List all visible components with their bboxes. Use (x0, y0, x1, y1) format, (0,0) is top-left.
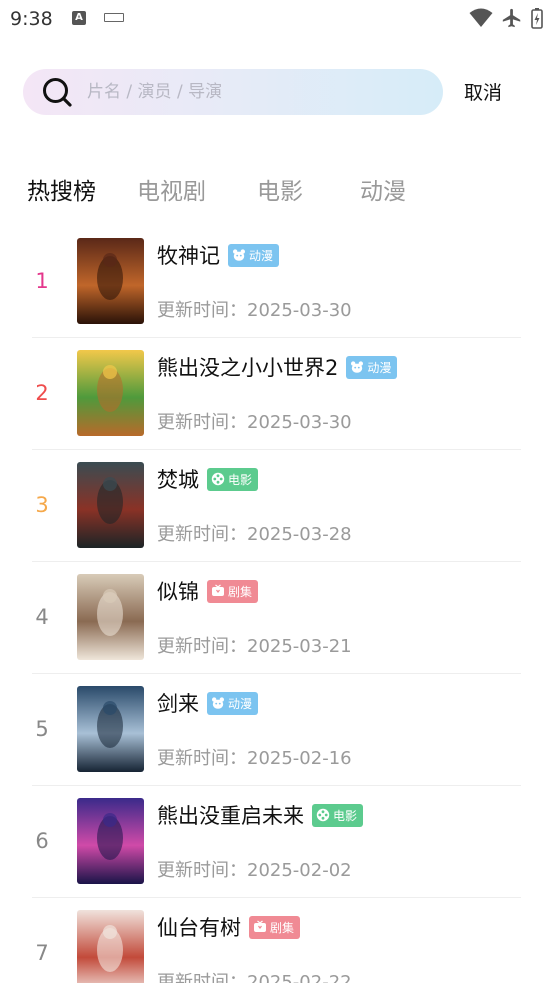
item-title[interactable]: 熊出没之小小世界2 (157, 352, 338, 382)
poster-thumbnail[interactable] (77, 910, 144, 983)
airplane-icon (502, 8, 521, 28)
rank-number: 2 (35, 381, 49, 405)
update-time: 更新时间：2025-02-02 (157, 860, 352, 881)
badge-label: 动漫 (367, 360, 392, 375)
badge-label: 剧集 (228, 584, 253, 599)
badge-label: 电影 (333, 808, 358, 823)
notification-a-icon: A (72, 11, 86, 25)
item-title[interactable]: 似锦 (157, 576, 199, 606)
poster-thumbnail[interactable] (77, 238, 144, 324)
status-time: 9:38 (10, 8, 53, 30)
poster-thumbnail[interactable] (77, 686, 144, 772)
tab-tv-series[interactable]: 电视剧 (137, 172, 206, 206)
title-line: 熊出没重启未来 电影 (157, 800, 364, 830)
badge-label: 剧集 (270, 920, 295, 935)
status-right-icons (469, 7, 543, 29)
category-badge: 剧集 (207, 579, 259, 603)
item-title[interactable]: 熊出没重启未来 (157, 800, 304, 830)
search-box[interactable] (23, 69, 443, 115)
tab-hot-search[interactable]: 热搜榜 (27, 172, 96, 206)
wifi-icon (469, 8, 493, 27)
search-icon[interactable] (42, 77, 72, 107)
category-badge: 动漫 (346, 355, 398, 379)
title-line: 似锦 剧集 (157, 576, 259, 606)
list-item[interactable]: 6 熊出没重启未来 电影更新时间：2025-02-02 (0, 786, 553, 898)
anime-badge-icon (233, 249, 245, 261)
badge-label: 电影 (228, 472, 253, 487)
list-item[interactable]: 3 焚城 电影更新时间：2025-03-28 (0, 450, 553, 562)
tab-anime[interactable]: 动漫 (360, 172, 406, 206)
update-time: 更新时间：2025-02-22 (157, 972, 352, 983)
film-reel-icon (211, 472, 225, 486)
category-badge: 剧集 (249, 915, 301, 939)
list-item[interactable]: 4 似锦 剧集更新时间：2025-03-21 (0, 562, 553, 674)
category-badge: 动漫 (228, 243, 280, 267)
update-time: 更新时间：2025-02-16 (157, 748, 352, 769)
rank-number: 5 (35, 717, 49, 741)
update-time: 更新时间：2025-03-30 (157, 412, 352, 433)
update-time: 更新时间：2025-03-28 (157, 524, 352, 545)
title-line: 剑来 动漫 (157, 688, 259, 718)
cancel-button[interactable]: 取消 (464, 78, 502, 105)
poster-thumbnail[interactable] (77, 350, 144, 436)
category-badge: 动漫 (207, 691, 259, 715)
title-line: 牧神记 动漫 (157, 240, 280, 270)
badge-label: 动漫 (228, 696, 253, 711)
category-badge: 电影 (207, 467, 259, 491)
rank-number: 6 (35, 829, 49, 853)
poster-thumbnail[interactable] (77, 462, 144, 548)
list-item[interactable]: 2 熊出没之小小世界2 动漫更新时间：2025-03-30 (0, 338, 553, 450)
title-line: 焚城 电影 (157, 464, 259, 494)
item-title[interactable]: 剑来 (157, 688, 199, 718)
battery-charging-icon (531, 8, 543, 29)
title-line: 熊出没之小小世界2 动漫 (157, 352, 398, 382)
tab-movies[interactable]: 电影 (257, 172, 303, 206)
update-time: 更新时间：2025-03-21 (157, 636, 352, 657)
rank-number: 1 (35, 269, 49, 293)
poster-thumbnail[interactable] (77, 798, 144, 884)
item-title[interactable]: 焚城 (157, 464, 199, 494)
poster-thumbnail[interactable] (77, 574, 144, 660)
list-item[interactable]: 1 牧神记 动漫更新时间：2025-03-30 (0, 226, 553, 338)
rank-number: 3 (35, 493, 49, 517)
status-bar: 9:38 A (0, 0, 553, 40)
list-item[interactable]: 7 仙台有树 剧集更新时间：2025-02-22 (0, 898, 553, 983)
film-reel-icon (316, 808, 330, 822)
update-time: 更新时间：2025-03-30 (157, 300, 352, 321)
search-input[interactable] (87, 79, 427, 105)
anime-badge-icon (212, 697, 224, 709)
anime-badge-icon (351, 361, 364, 373)
rank-number: 7 (35, 941, 49, 965)
badge-label: 动漫 (249, 248, 274, 263)
list-item[interactable]: 5 剑来 动漫更新时间：2025-02-16 (0, 674, 553, 786)
keyboard-icon (104, 13, 124, 22)
item-title[interactable]: 牧神记 (157, 240, 220, 270)
tv-icon (254, 920, 266, 932)
item-title[interactable]: 仙台有树 (157, 912, 241, 942)
rank-number: 4 (35, 605, 49, 629)
title-line: 仙台有树 剧集 (157, 912, 301, 942)
tv-icon (212, 584, 224, 596)
category-badge: 电影 (312, 803, 364, 827)
